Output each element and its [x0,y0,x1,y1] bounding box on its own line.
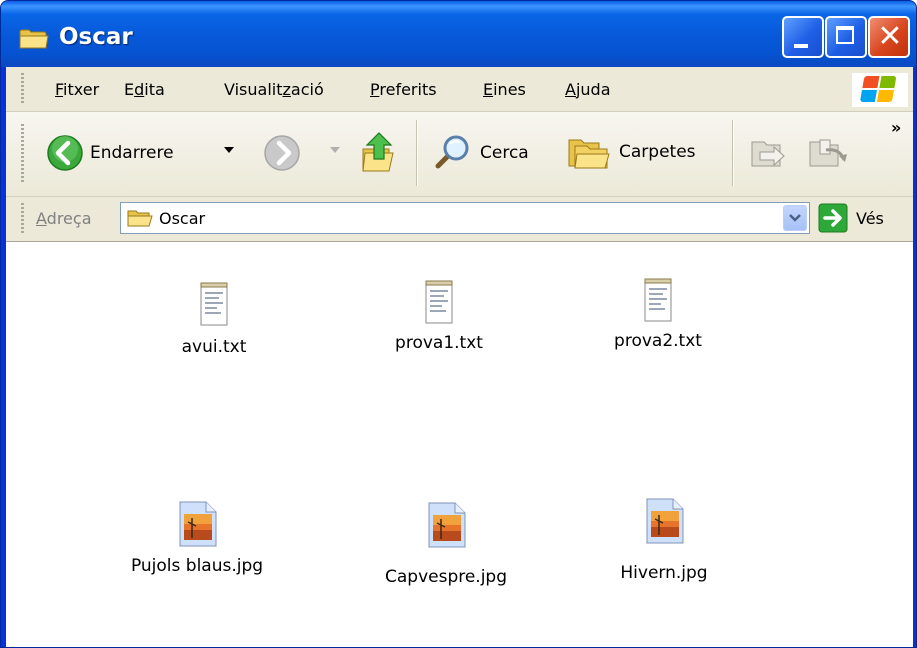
go-button[interactable]: Vés [818,203,884,233]
folders-icon [568,139,610,169]
image-file-icon [179,501,217,547]
menu-fitxer[interactable]: Fitxer [55,80,99,99]
address-dropdown-button[interactable] [783,205,807,231]
search-label: Cerca [480,143,529,163]
file-list: avui.txt prova1.txt prova2.txt Pujols bl… [6,242,913,647]
file-name: prova1.txt [395,333,483,353]
folders-button[interactable]: Carpetes [567,132,696,172]
file-item[interactable]: Hivern.jpg [589,495,739,586]
forward-arrow-icon [264,135,300,171]
menu-preferits[interactable]: Preferits [370,80,437,99]
move-to-folder-icon [751,141,785,167]
up-folder-button[interactable] [359,129,399,175]
file-item[interactable]: prova1.txt [364,277,514,356]
menu-visualitzacio-label: Visualització [224,80,324,99]
image-file-icon [646,498,684,544]
menu-eines[interactable]: Eines [483,80,526,99]
address-input[interactable]: Oscar [120,202,810,234]
file-item[interactable]: Capvespre.jpg [371,499,521,590]
menu-fitxer-rest: itxer [63,80,100,99]
address-value: Oscar [159,209,206,228]
menu-edita-label: Edita [124,80,165,99]
file-name: prova2.txt [614,331,702,351]
forward-dropdown-arrow-icon[interactable] [330,147,340,153]
windows-flag-icon [859,76,899,104]
menu-bar: Fitxer Edita Visualització Preferits Ein… [6,67,913,112]
go-label: Vés [856,208,884,228]
minimize-button[interactable] [782,16,824,58]
go-arrow-icon [818,203,848,233]
title-bar[interactable]: Oscar ✕ [1,1,916,67]
folder-icon [19,29,49,49]
toolbar-separator [416,120,418,186]
image-file-icon [428,502,466,548]
text-file-icon [425,280,453,324]
back-arrow-icon [47,135,83,171]
menu-ajuda[interactable]: Ajuda [565,80,611,99]
folders-label: Carpetes [619,142,696,162]
addressbar-grip[interactable] [21,203,24,235]
file-item[interactable]: avui.txt [139,279,289,360]
menu-visualitzacio[interactable]: Visualització [224,80,324,99]
text-file-icon [200,282,228,326]
chevron-down-icon [789,214,801,222]
move-to-button[interactable] [748,132,788,172]
copy-to-button[interactable] [806,132,850,172]
file-item[interactable]: prova2.txt [583,275,733,354]
toolbar-separator-2 [732,120,734,186]
menu-edita[interactable]: Edita [124,80,165,99]
address-bar: Adreça Oscar Vés [6,197,913,242]
toolbar-chevron-icon[interactable]: » [891,118,901,137]
file-item[interactable]: Pujols blaus.jpg [122,498,272,579]
maximize-icon [836,26,854,44]
text-file-icon [644,278,672,322]
up-folder-icon [362,132,394,172]
menubar-grip[interactable] [21,73,24,105]
file-name: Pujols blaus.jpg [130,556,264,576]
forward-button[interactable] [263,134,301,172]
toolbar-grip[interactable] [21,124,24,184]
file-name: Capvespre.jpg [384,567,508,587]
standard-toolbar: Endarrere Cerca Carpetes » [6,112,913,197]
back-button[interactable]: Endarrere [46,134,174,172]
maximize-button[interactable] [825,16,867,58]
search-button[interactable]: Cerca [430,132,529,174]
file-name: Hivern.jpg [620,563,708,583]
client-area: Fitxer Edita Visualització Preferits Ein… [6,67,913,647]
copy-to-folder-icon [809,139,847,167]
back-dropdown-arrow-icon[interactable] [224,147,234,153]
search-icon [435,135,469,169]
close-icon: ✕ [877,19,903,54]
file-name: avui.txt [181,337,247,357]
address-label: Adreça [36,209,92,228]
windows-logo [852,73,908,107]
minimize-icon [794,44,808,48]
window-title: Oscar [59,24,133,50]
explorer-window: Oscar ✕ Fitxer Edita Visualització Prefe… [0,0,917,648]
back-label: Endarrere [90,143,174,163]
close-button[interactable]: ✕ [868,16,910,58]
folder-icon [127,210,153,227]
